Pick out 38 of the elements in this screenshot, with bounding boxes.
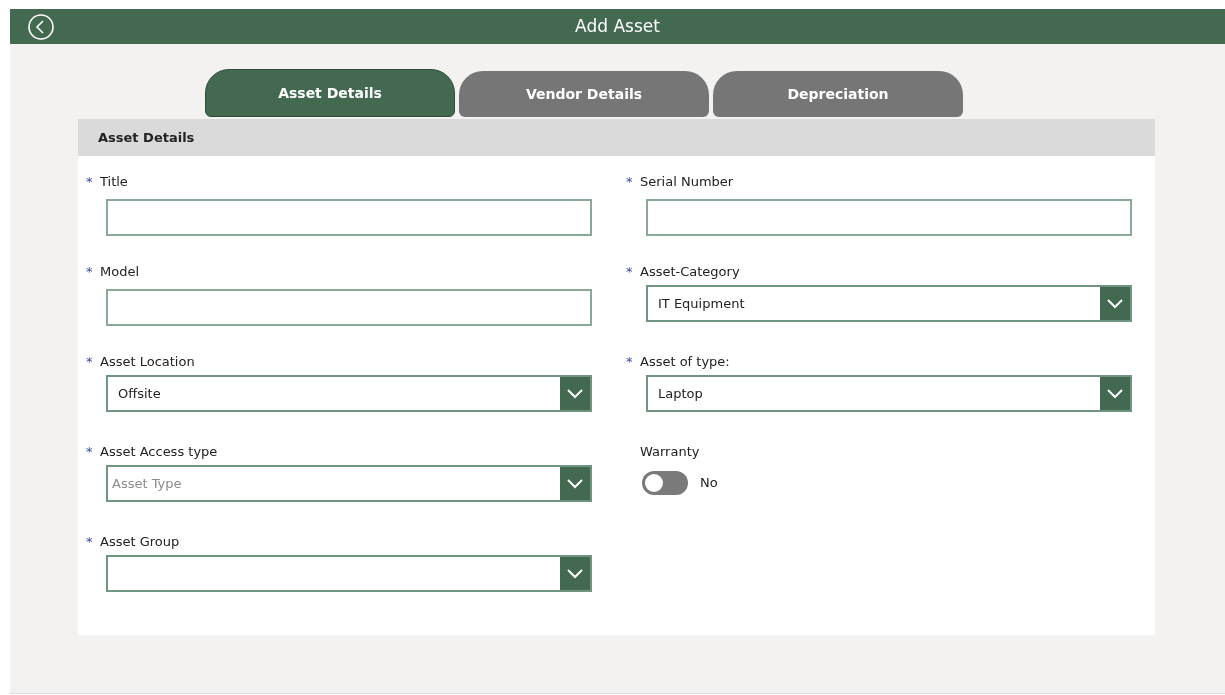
tab[interactable]: Asset Details — [205, 69, 455, 117]
required-mark: * — [626, 174, 633, 190]
field-label: Asset Group — [100, 533, 180, 552]
chevron-down-icon — [1107, 388, 1123, 399]
field-label: Asset-Category — [640, 263, 740, 282]
dropdown-field[interactable]: Offsite — [106, 375, 592, 412]
field-label: Serial Number — [640, 173, 734, 192]
required-mark: * — [86, 174, 93, 190]
toggle-switch[interactable] — [642, 471, 688, 495]
page-title: Add Asset — [575, 14, 660, 38]
required-mark: * — [86, 264, 93, 280]
required-mark: * — [626, 264, 633, 280]
chevron-down-icon — [567, 478, 583, 489]
field-label: Asset Location — [100, 353, 195, 372]
dropdown-field[interactable] — [106, 555, 592, 592]
field-label: Asset Access type — [100, 443, 218, 462]
dropdown-field[interactable]: Laptop — [646, 375, 1132, 412]
tab[interactable]: Vendor Details — [459, 71, 709, 117]
text-field[interactable] — [106, 199, 592, 236]
dropdown-field[interactable]: IT Equipment — [646, 285, 1132, 322]
back-icon[interactable] — [28, 13, 54, 40]
chevron-down-icon — [567, 568, 583, 579]
field-label: Model — [100, 263, 140, 282]
chevron-down-icon — [1107, 298, 1123, 309]
toggle-label: No — [700, 474, 718, 493]
field-label: Asset of type: — [640, 353, 730, 372]
text-field[interactable] — [106, 289, 592, 326]
field-label: Warranty — [640, 443, 700, 462]
required-mark: * — [86, 534, 93, 550]
required-mark: * — [86, 354, 93, 370]
dropdown-field[interactable]: Asset Type — [106, 465, 592, 502]
text-field[interactable] — [646, 199, 1132, 236]
required-mark: * — [86, 444, 93, 460]
chevron-down-icon — [567, 388, 583, 399]
tab[interactable]: Depreciation — [713, 71, 963, 117]
field-label: Title — [100, 173, 128, 192]
section-title: Asset Details — [98, 128, 195, 147]
required-mark: * — [626, 354, 633, 370]
